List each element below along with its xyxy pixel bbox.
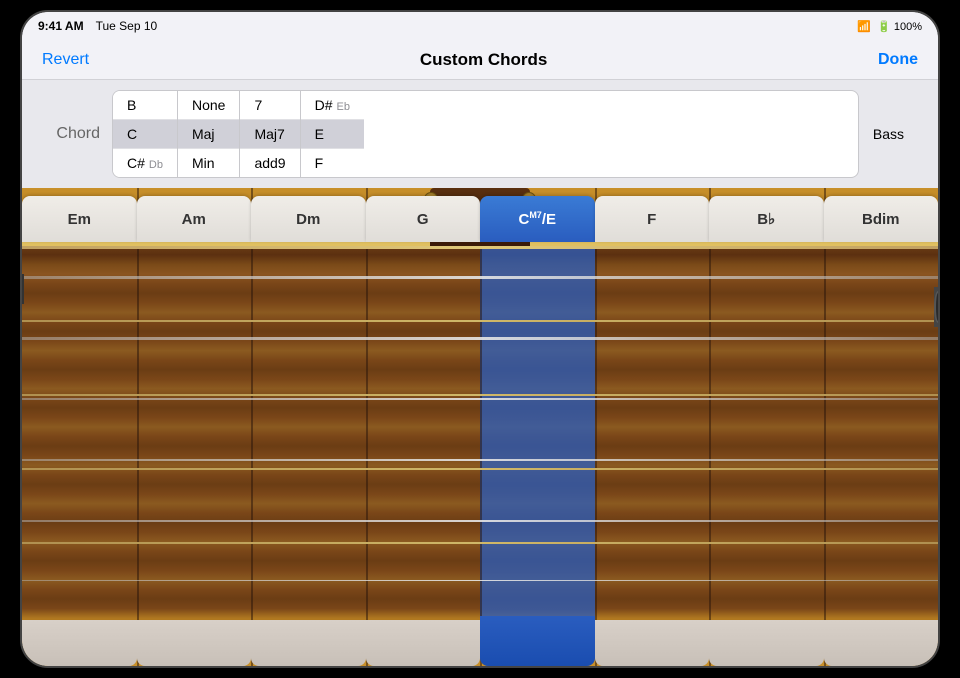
- bottom-pick-Em: [22, 616, 137, 666]
- chord-label: Chord: [42, 125, 112, 143]
- chord-btn-F-label: F: [647, 211, 656, 228]
- bottom-pick-Dm-shape: [251, 620, 366, 666]
- chord-btn-Em-shape: Em: [22, 196, 137, 242]
- chord-btn-Em[interactable]: Em: [22, 194, 137, 244]
- battery-icon: 🔋 100%: [877, 20, 922, 33]
- bottom-pick-G: [366, 616, 481, 666]
- bottom-pick-CM7E-shape: [480, 616, 595, 666]
- bottom-pick-Bb: [709, 616, 824, 666]
- picker-cell-Min[interactable]: Min: [178, 149, 239, 177]
- revert-button[interactable]: Revert: [42, 51, 89, 69]
- chord-btn-CM7E[interactable]: CM7/E: [480, 194, 595, 244]
- chord-btn-G[interactable]: G: [366, 194, 481, 244]
- bottom-pick-Am: [137, 616, 252, 666]
- chord-btn-Bb[interactable]: B♭: [709, 194, 824, 244]
- chord-btn-Bb-label: B♭: [757, 210, 775, 228]
- done-button[interactable]: Done: [878, 51, 918, 69]
- bottom-pick-F: [595, 616, 710, 666]
- wifi-icon: 📶: [857, 20, 871, 33]
- picker-col-quality: None Maj Min: [178, 91, 240, 177]
- picker-cell-Maj[interactable]: Maj: [178, 120, 239, 149]
- bass-label: Bass: [859, 120, 918, 148]
- ipad-screen: 9:41 AM Tue Sep 10 📶 🔋 100% Revert Custo…: [22, 12, 938, 666]
- bottom-pick-Dm: [251, 616, 366, 666]
- string-4: [22, 459, 938, 461]
- bottom-pick-Am-shape: [137, 620, 252, 666]
- fretboard: Em Am Dm G: [22, 188, 938, 666]
- chord-btn-Dm[interactable]: Dm: [251, 194, 366, 244]
- bottom-pick-Bdim: [824, 616, 939, 666]
- picker-cell-Maj7[interactable]: Maj7: [240, 120, 299, 149]
- chord-buttons-row: Em Am Dm G: [22, 188, 938, 244]
- chord-btn-G-shape: G: [366, 196, 481, 242]
- chord-btn-G-label: G: [417, 211, 429, 228]
- bottom-picks: [22, 616, 938, 666]
- chord-picker: Chord B C C# Db None Maj Min: [22, 80, 938, 188]
- bottom-pick-Em-shape: [22, 620, 137, 666]
- home-button-container[interactable]: [934, 287, 940, 327]
- status-left: 9:41 AM Tue Sep 10: [38, 19, 157, 33]
- picker-col-bass: D# Eb E F: [301, 91, 364, 177]
- chord-btn-F-shape: F: [595, 196, 710, 242]
- bottom-pick-CM7E: [480, 616, 595, 666]
- chord-btn-Bdim-shape: Bdim: [824, 196, 939, 242]
- string-3: [22, 398, 938, 400]
- chord-btn-F[interactable]: F: [595, 194, 710, 244]
- chord-btn-CM7E-shape: CM7/E: [480, 196, 595, 242]
- picker-cell-C[interactable]: C: [113, 120, 177, 149]
- chord-btn-Em-label: Em: [68, 211, 91, 228]
- chord-btn-CM7E-label: CM7/E: [518, 210, 556, 228]
- chord-btn-Bdim[interactable]: Bdim: [824, 194, 939, 244]
- status-date: Tue Sep 10: [96, 19, 158, 33]
- ipad-frame: 9:41 AM Tue Sep 10 📶 🔋 100% Revert Custo…: [20, 10, 940, 668]
- chord-btn-Bb-shape: B♭: [709, 196, 824, 242]
- strings-container: [22, 246, 938, 626]
- chord-btn-Dm-shape: Dm: [251, 196, 366, 242]
- string-1: [22, 276, 938, 279]
- bottom-pick-G-shape: [366, 620, 481, 666]
- bottom-pick-Bdim-shape: [824, 620, 939, 666]
- page-title: Custom Chords: [420, 50, 548, 70]
- bottom-pick-Bb-shape: [709, 620, 824, 666]
- picker-cell-B[interactable]: B: [113, 91, 177, 120]
- bottom-pick-F-shape: [595, 620, 710, 666]
- picker-cell-Csharp[interactable]: C# Db: [113, 149, 177, 177]
- picker-cell-None[interactable]: None: [178, 91, 239, 120]
- picker-cell-Dsharp[interactable]: D# Eb: [301, 91, 364, 120]
- chord-btn-Am-shape: Am: [137, 196, 252, 242]
- status-right: 📶 🔋 100%: [857, 20, 922, 33]
- chord-btn-Bdim-label: Bdim: [862, 211, 900, 228]
- picker-cell-add9[interactable]: add9: [240, 149, 299, 177]
- nav-bar: Revert Custom Chords Done: [22, 40, 938, 80]
- chord-btn-Am[interactable]: Am: [137, 194, 252, 244]
- status-time: 9:41 AM: [38, 19, 84, 33]
- chord-btn-Am-label: Am: [182, 211, 206, 228]
- home-button[interactable]: [934, 291, 940, 323]
- side-button-left[interactable]: [20, 274, 24, 304]
- picker-col-extension: 7 Maj7 add9: [240, 91, 300, 177]
- picker-cell-E[interactable]: E: [301, 120, 364, 149]
- string-6: [22, 580, 938, 581]
- picker-col-root: B C C# Db: [113, 91, 178, 177]
- picker-cell-7[interactable]: 7: [240, 91, 299, 120]
- string-5: [22, 520, 938, 522]
- picker-cell-F[interactable]: F: [301, 149, 364, 177]
- string-2: [22, 337, 938, 340]
- picker-columns: B C C# Db None Maj Min 7 Maj7 add9: [112, 90, 859, 178]
- chord-btn-Dm-label: Dm: [296, 211, 320, 228]
- status-bar: 9:41 AM Tue Sep 10 📶 🔋 100%: [22, 12, 938, 40]
